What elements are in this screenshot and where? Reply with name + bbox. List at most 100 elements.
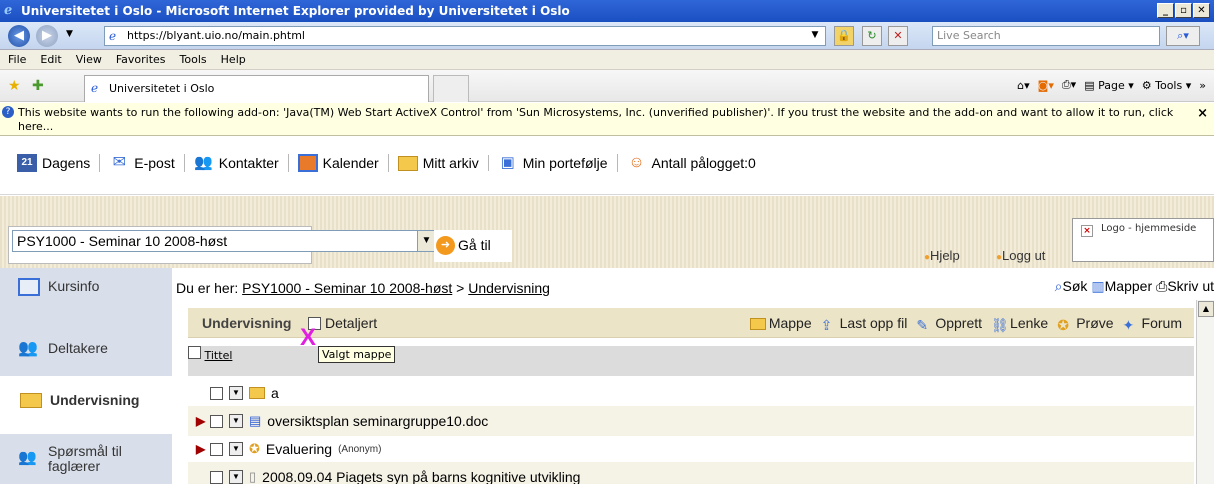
participants-icon: 👥 xyxy=(18,340,38,357)
favorites-star-icon[interactable]: ★ xyxy=(8,78,21,94)
row-menu-dropdown[interactable]: ▼ xyxy=(229,386,243,400)
list-item[interactable]: ▼ ▯ 2008.09.04 Piagets syn på barns kogn… xyxy=(188,462,1194,484)
nav-antall-palogget[interactable]: ☺ Antall pålogget:0 xyxy=(618,154,765,172)
select-all-checkbox[interactable] xyxy=(188,346,201,359)
row-menu-dropdown[interactable]: ▼ xyxy=(229,442,243,456)
search-go-icon[interactable]: ⌕▾ xyxy=(1166,26,1200,46)
nav-dagens[interactable]: 21 Dagens xyxy=(8,154,101,172)
flag-icon: ▶ xyxy=(196,414,206,428)
tab-row: ★ ✚ ℯ Universitetet i Oslo ⌂▾ ◙▾ ⎙▾ ▤ Pa… xyxy=(0,70,1214,102)
list-item[interactable]: ▶ ▼ ✪ Evaluering (Anonym) xyxy=(188,434,1194,464)
sidebar-item-sporsmal[interactable]: 👥 Spørsmål til faglærer xyxy=(0,440,172,484)
nav-portefolje-label: Min portefølje xyxy=(522,155,608,171)
item-name[interactable]: 2008.09.04 Piagets syn på barns kognitiv… xyxy=(262,469,580,484)
row-menu-dropdown[interactable]: ▼ xyxy=(229,470,243,484)
menu-favorites[interactable]: Favorites xyxy=(116,53,166,66)
logout-link[interactable]: ●Logg ut xyxy=(996,248,1045,263)
home-logo-link[interactable]: × Logo - hjemmeside xyxy=(1072,218,1214,262)
breadcrumb-course-link[interactable]: PSY1000 - Seminar 10 2008-høst xyxy=(242,280,452,296)
course-select[interactable]: PSY1000 - Seminar 10 2008-høst ▼ xyxy=(12,230,436,252)
row-checkbox[interactable] xyxy=(210,414,223,428)
action-opprett-label: Opprett xyxy=(935,315,983,331)
menu-edit[interactable]: Edit xyxy=(40,53,61,66)
sidebar-item-kursinfo[interactable]: Kursinfo xyxy=(0,268,172,320)
lock-icon[interactable]: 🔒 xyxy=(834,26,854,46)
menu-help[interactable]: Help xyxy=(221,53,246,66)
scroll-up-icon[interactable]: ▲ xyxy=(1198,301,1214,317)
nav-epost-label: E-post xyxy=(134,155,175,171)
nav-kontakter[interactable]: 👥 Kontakter xyxy=(185,154,289,172)
info-shield-icon: ? xyxy=(2,106,14,118)
chevron-more-icon[interactable]: » xyxy=(1199,79,1206,92)
stop-icon[interactable]: ✕ xyxy=(888,26,908,46)
tools-menu[interactable]: ⚙ Tools ▾ xyxy=(1142,79,1192,92)
action-lenke-label: Lenke xyxy=(1010,315,1049,331)
action-last-opp-label: Last opp fil xyxy=(839,315,908,331)
refresh-icon[interactable]: ↻ xyxy=(862,26,882,46)
folder-icon xyxy=(20,393,42,408)
question-people-icon: 👥 xyxy=(18,449,37,466)
print-icon[interactable]: ⎙▾ xyxy=(1062,78,1076,92)
close-window-button[interactable]: ✕ xyxy=(1193,3,1210,18)
row-checkbox[interactable] xyxy=(210,470,223,484)
search-tool[interactable]: ⌕Søk xyxy=(1055,278,1088,295)
help-link[interactable]: ●Hjelp xyxy=(924,248,960,263)
chevron-down-icon[interactable]: ▼ xyxy=(417,231,435,251)
menu-tools[interactable]: Tools xyxy=(180,53,207,66)
back-button[interactable]: ◀ xyxy=(8,25,30,47)
nav-portefolje[interactable]: ▣ Min portefølje xyxy=(489,154,618,172)
sidebar-item-label: Spørsmål til faglærer xyxy=(48,443,122,474)
minimize-button[interactable]: _ xyxy=(1157,3,1174,18)
info-book-icon xyxy=(18,278,40,296)
menu-file[interactable]: File xyxy=(8,53,26,66)
print-tool[interactable]: ⎙Skriv ut xyxy=(1156,278,1214,295)
nav-kalender[interactable]: Kalender xyxy=(289,154,389,172)
ie-logo-icon: ℯ xyxy=(4,3,13,18)
nav-kalender-label: Kalender xyxy=(322,155,379,171)
row-menu-dropdown[interactable]: ▼ xyxy=(229,414,243,428)
home-icon[interactable]: ⌂▾ xyxy=(1017,79,1030,92)
tab-universitetet[interactable]: ℯ Universitetet i Oslo xyxy=(84,75,429,102)
calendar-21-icon: 21 xyxy=(17,154,37,172)
search-input[interactable]: Live Search xyxy=(932,26,1160,46)
page-menu[interactable]: ▤ Page ▾ xyxy=(1084,79,1134,92)
test-icon: ✪ xyxy=(1057,317,1069,333)
menu-view[interactable]: View xyxy=(76,53,102,66)
list-item[interactable]: ▶ ▼ ▤ oversiktsplan seminargruppe10.doc xyxy=(188,406,1194,436)
folder-icon xyxy=(397,155,418,171)
list-item[interactable]: ▼ a xyxy=(188,378,1194,408)
item-name[interactable]: oversiktsplan seminargruppe10.doc xyxy=(267,413,488,429)
nav-epost[interactable]: ✉ E-post xyxy=(100,154,185,172)
goto-button[interactable]: ➜ Gå til xyxy=(434,230,512,262)
feeds-icon[interactable]: ◙▾ xyxy=(1038,79,1054,92)
add-favorite-icon[interactable]: ✚ xyxy=(32,78,44,94)
item-name[interactable]: Evaluering xyxy=(266,441,332,457)
close-infobar-icon[interactable]: × xyxy=(1197,107,1208,121)
action-forum[interactable]: ✦ Forum xyxy=(1123,315,1182,333)
address-dropdown-icon[interactable]: ▼ xyxy=(806,26,824,46)
sidebar-item-undervisning[interactable]: Undervisning xyxy=(0,376,172,434)
folders-tool[interactable]: ▥Mapper xyxy=(1091,278,1152,295)
detail-toggle[interactable]: Detaljert xyxy=(308,315,377,331)
action-lenke[interactable]: ⛓Lenke xyxy=(991,315,1049,333)
action-prove[interactable]: ✪ Prøve xyxy=(1057,315,1113,333)
sidebar-item-deltakere[interactable]: 👥 Deltakere xyxy=(0,324,172,376)
action-opprett[interactable]: ✎ Opprett xyxy=(916,315,983,333)
nav-mitt-arkiv[interactable]: Mitt arkiv xyxy=(389,155,489,171)
history-dropdown-icon[interactable]: ▼ xyxy=(66,29,73,39)
action-mappe[interactable]: Mappe xyxy=(749,315,812,331)
address-input[interactable]: ℯ https://blyant.uio.no/main.phtml xyxy=(104,26,826,46)
breadcrumb-current-link[interactable]: Undervisning xyxy=(468,280,550,296)
new-tab-button[interactable] xyxy=(433,75,469,102)
row-checkbox[interactable] xyxy=(210,442,223,456)
action-last-opp[interactable]: ⇪ Last opp fil xyxy=(821,315,908,333)
breadcrumb: Du er her: PSY1000 - Seminar 10 2008-høs… xyxy=(176,280,550,296)
row-checkbox[interactable] xyxy=(210,386,223,400)
restore-button[interactable]: ▫ xyxy=(1175,3,1192,18)
vertical-scrollbar[interactable]: ▲ xyxy=(1196,300,1214,484)
column-title-link[interactable]: Tittel xyxy=(205,349,233,362)
item-name[interactable]: a xyxy=(271,385,279,401)
goto-label: Gå til xyxy=(458,237,491,253)
forward-button[interactable]: ▶ xyxy=(36,25,58,47)
information-bar[interactable]: ? This website wants to run the followin… xyxy=(0,103,1214,136)
